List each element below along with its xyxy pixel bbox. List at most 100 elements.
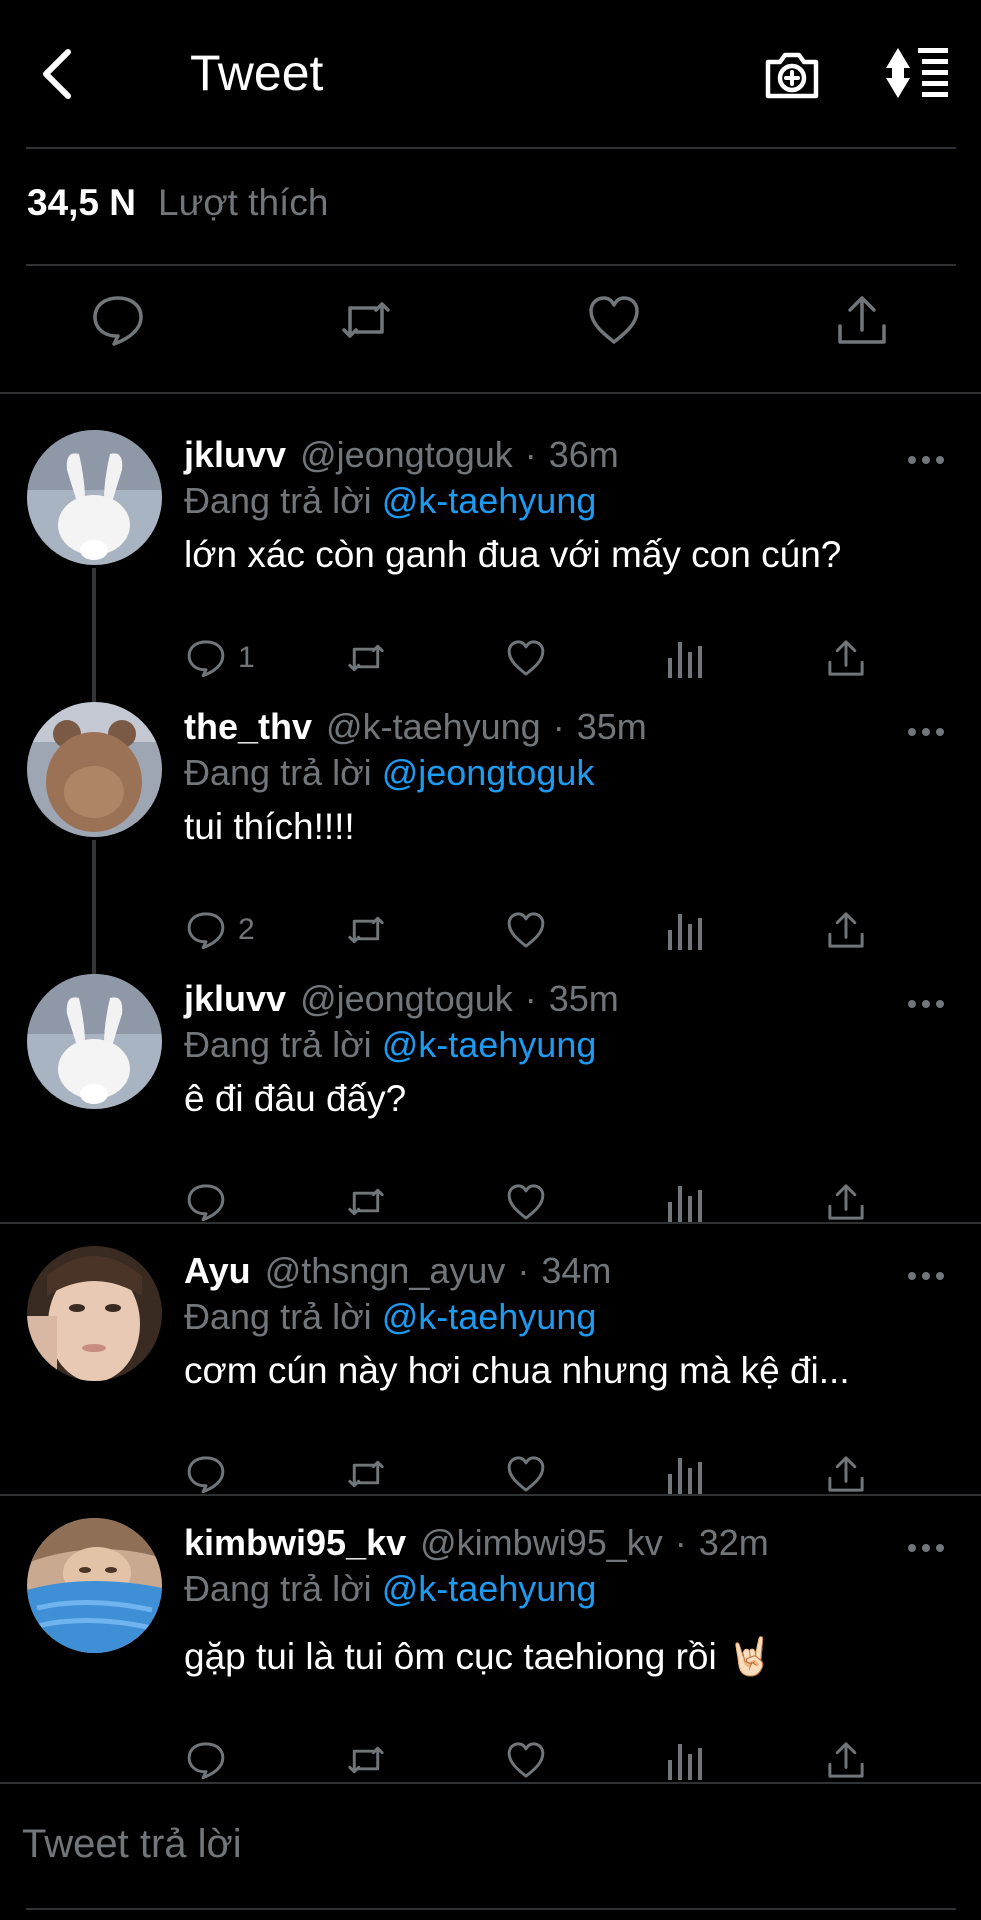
analytics-button[interactable] bbox=[666, 1178, 706, 1226]
timestamp[interactable]: 32m bbox=[699, 1522, 769, 1564]
share-button[interactable] bbox=[832, 290, 892, 350]
replying-prefix: Đang trả lời bbox=[184, 480, 372, 521]
share-icon bbox=[828, 1742, 864, 1778]
display-name[interactable]: jkluvv bbox=[184, 978, 286, 1020]
top-bar: Tweet bbox=[0, 0, 981, 148]
share-icon bbox=[828, 912, 864, 948]
mention-link[interactable]: @jeongtoguk bbox=[382, 752, 595, 793]
share-button[interactable] bbox=[824, 1450, 868, 1498]
reply-header: jkluvv @jeongtoguk · 35m bbox=[184, 978, 619, 1028]
analytics-button[interactable] bbox=[666, 1736, 706, 1784]
timestamp[interactable]: 35m bbox=[577, 706, 647, 748]
user-handle[interactable]: @k-taehyung bbox=[326, 706, 541, 748]
retweet-button[interactable] bbox=[342, 1450, 390, 1498]
reply-tweet[interactable]: jkluvv @jeongtoguk · 36m Đang trả lời @k… bbox=[0, 426, 981, 698]
reply-button[interactable] bbox=[184, 1736, 238, 1784]
reply-header: Ayu @thsngn_ayuv · 34m bbox=[184, 1250, 611, 1300]
share-button[interactable] bbox=[824, 634, 868, 682]
retweet-button[interactable] bbox=[342, 1178, 390, 1226]
analytics-button[interactable] bbox=[666, 1450, 706, 1498]
likes-stat[interactable]: 34,5 N Lượt thích bbox=[27, 182, 328, 232]
like-button[interactable] bbox=[504, 634, 548, 682]
comment-icon bbox=[187, 912, 225, 950]
replying-to: Đang trả lời @k-taehyung bbox=[184, 480, 596, 526]
mention-link[interactable]: @k-taehyung bbox=[382, 1568, 597, 1609]
display-name[interactable]: the_thv bbox=[184, 706, 312, 748]
timestamp[interactable]: 36m bbox=[549, 434, 619, 476]
back-button[interactable] bbox=[38, 46, 78, 102]
user-handle[interactable]: @jeongtoguk bbox=[300, 978, 513, 1020]
retweet-button[interactable] bbox=[342, 1736, 390, 1784]
avatar[interactable] bbox=[27, 974, 162, 1109]
share-button[interactable] bbox=[824, 1178, 868, 1226]
more-button[interactable] bbox=[906, 996, 946, 1012]
replying-to: Đang trả lời @jeongtoguk bbox=[184, 752, 594, 798]
like-button[interactable] bbox=[504, 1178, 548, 1226]
reply-button[interactable] bbox=[184, 1178, 238, 1226]
reply-tweet[interactable]: Ayu @thsngn_ayuv · 34m Đang trả lời @k-t… bbox=[0, 1242, 981, 1514]
more-button[interactable] bbox=[906, 724, 946, 740]
avatar[interactable] bbox=[27, 430, 162, 565]
display-name[interactable]: jkluvv bbox=[184, 434, 286, 476]
more-button[interactable] bbox=[906, 452, 946, 468]
user-handle[interactable]: @jeongtoguk bbox=[300, 434, 513, 476]
heart-icon bbox=[507, 1742, 545, 1778]
reply-text: lớn xác còn ganh đua với mấy con cún? bbox=[184, 534, 842, 575]
reply-button[interactable] bbox=[184, 1450, 238, 1498]
reply-tweet[interactable]: the_thv @k-taehyung · 35m Đang trả lời @… bbox=[0, 698, 981, 970]
retweet-icon bbox=[348, 644, 384, 672]
heart-icon bbox=[507, 912, 545, 948]
reply-tweet[interactable]: kimbwi95_kv @kimbwi95_kv · 32m Đang trả … bbox=[0, 1514, 981, 1780]
display-name[interactable]: Ayu bbox=[184, 1250, 251, 1292]
user-handle[interactable]: @kimbwi95_kv bbox=[420, 1522, 663, 1564]
timestamp[interactable]: 34m bbox=[541, 1250, 611, 1292]
reply-tweet[interactable]: jkluvv @jeongtoguk · 35m Đang trả lời @k… bbox=[0, 970, 981, 1242]
share-button[interactable] bbox=[824, 906, 868, 954]
avatar[interactable] bbox=[27, 702, 162, 837]
reply-header: jkluvv @jeongtoguk · 36m bbox=[184, 434, 619, 484]
like-button[interactable] bbox=[504, 1450, 548, 1498]
like-button[interactable] bbox=[504, 906, 548, 954]
mention-link[interactable]: @k-taehyung bbox=[382, 480, 597, 521]
timestamp[interactable]: 35m bbox=[549, 978, 619, 1020]
share-button[interactable] bbox=[824, 1736, 868, 1784]
analytics-button[interactable] bbox=[666, 634, 706, 682]
sort-button[interactable] bbox=[882, 42, 950, 104]
retweet-button[interactable] bbox=[336, 290, 396, 350]
replying-prefix: Đang trả lời bbox=[184, 1296, 372, 1337]
retweet-button[interactable] bbox=[342, 906, 390, 954]
camera-button[interactable] bbox=[762, 44, 822, 104]
reply-button[interactable]: 1 bbox=[184, 634, 255, 682]
mention-link[interactable]: @k-taehyung bbox=[382, 1024, 597, 1065]
more-button[interactable] bbox=[906, 1540, 946, 1556]
like-button[interactable] bbox=[584, 290, 644, 350]
analytics-button[interactable] bbox=[666, 906, 706, 954]
heart-icon bbox=[589, 296, 639, 344]
bar-chart-icon bbox=[668, 914, 702, 950]
camera-plus-icon bbox=[765, 52, 819, 99]
retweet-icon bbox=[342, 302, 390, 338]
retweet-button[interactable] bbox=[342, 634, 390, 682]
more-dots-icon bbox=[908, 1544, 944, 1552]
comment-icon bbox=[187, 1742, 225, 1780]
display-name[interactable]: kimbwi95_kv bbox=[184, 1522, 406, 1564]
mention-link[interactable]: @k-taehyung bbox=[382, 1296, 597, 1337]
like-button[interactable] bbox=[504, 1736, 548, 1784]
page-title: Tweet bbox=[190, 45, 324, 101]
more-dots-icon bbox=[908, 1272, 944, 1280]
reply-text: cơm cún này hơi chua nhưng mà kệ đi... bbox=[184, 1350, 850, 1391]
more-button[interactable] bbox=[906, 1268, 946, 1284]
divider bbox=[26, 147, 956, 149]
avatar[interactable] bbox=[27, 1246, 162, 1381]
reply-button[interactable] bbox=[88, 290, 148, 350]
reply-button[interactable]: 2 bbox=[184, 906, 255, 954]
share-icon bbox=[828, 640, 864, 676]
replying-to: Đang trả lời @k-taehyung bbox=[184, 1568, 596, 1614]
retweet-icon bbox=[348, 1188, 384, 1216]
reply-composer-input[interactable]: Tweet trả lời bbox=[22, 1822, 242, 1867]
user-handle[interactable]: @thsngn_ayuv bbox=[265, 1250, 506, 1292]
avatar[interactable] bbox=[27, 1518, 162, 1653]
separator-dot: · bbox=[674, 1522, 687, 1563]
more-dots-icon bbox=[908, 456, 944, 464]
comment-icon bbox=[187, 1184, 225, 1222]
